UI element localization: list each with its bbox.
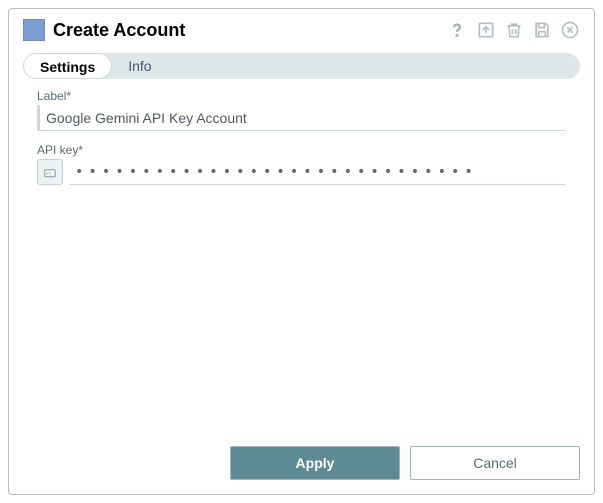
delete-icon[interactable] (504, 20, 524, 40)
tab-info[interactable]: Info (112, 53, 167, 79)
tab-settings[interactable]: Settings (23, 53, 112, 79)
label-field: Label* (37, 89, 566, 131)
dialog-title: Create Account (53, 20, 446, 41)
dialog-footer: Apply Cancel (9, 434, 594, 494)
apikey-field: API key* •••••••••••••••••••••••••••••• (37, 143, 566, 185)
import-icon[interactable] (476, 20, 496, 40)
apikey-field-label: API key* (37, 143, 566, 157)
label-field-label: Label* (37, 89, 566, 103)
credentials-icon[interactable] (37, 159, 63, 185)
tabs-bar: Settings Info (23, 53, 580, 79)
apikey-input[interactable]: •••••••••••••••••••••••••••••• (69, 159, 566, 185)
create-account-dialog: Create Account Settings Info Label* (8, 8, 595, 495)
close-icon[interactable] (560, 20, 580, 40)
form-area: Label* API key* ••••••••••••••••••••••••… (9, 79, 594, 434)
save-icon[interactable] (532, 20, 552, 40)
label-input[interactable] (37, 105, 566, 131)
cancel-button[interactable]: Cancel (410, 446, 580, 480)
apply-button[interactable]: Apply (230, 446, 400, 480)
dialog-header: Create Account (9, 9, 594, 47)
account-type-icon (23, 19, 45, 41)
help-icon[interactable] (446, 19, 468, 41)
header-actions (446, 19, 580, 41)
